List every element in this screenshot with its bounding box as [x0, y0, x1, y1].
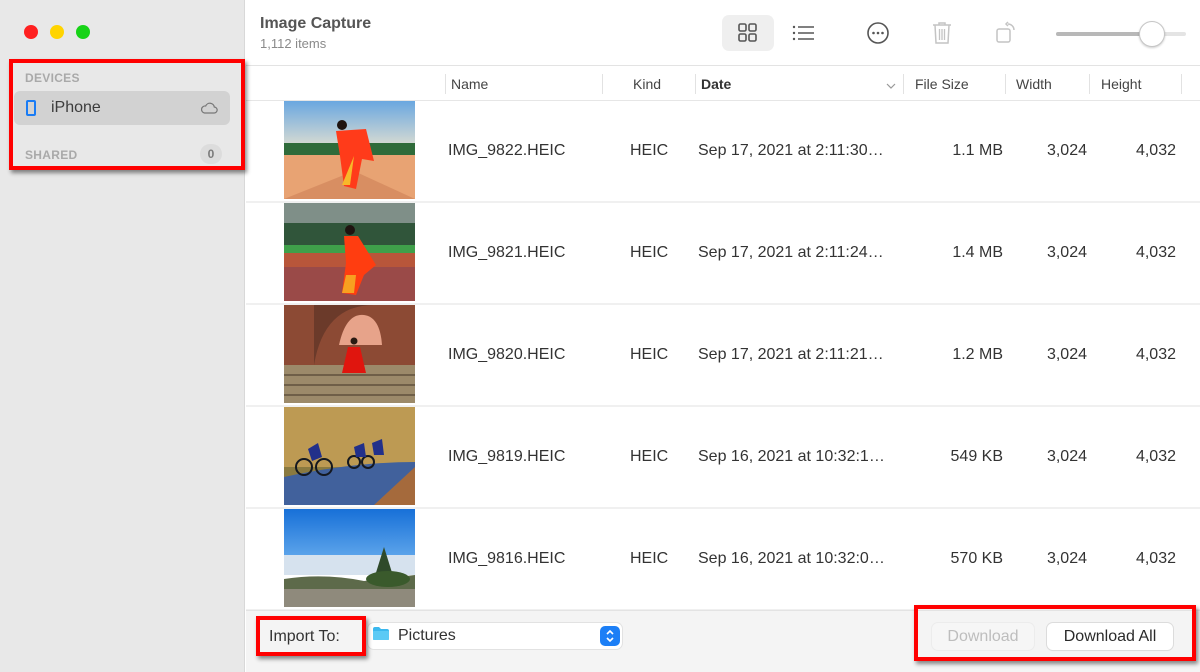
cloud-icon: [200, 101, 218, 119]
image-width: 3,024: [1046, 550, 1087, 567]
column-header-height[interactable]: Height: [1101, 76, 1141, 92]
column-header-date[interactable]: Date: [701, 76, 731, 92]
image-width: 3,024: [1046, 448, 1087, 465]
slider-thumb[interactable]: [1139, 21, 1166, 47]
grid-view-icon: [738, 23, 757, 42]
close-window-button[interactable]: [24, 25, 38, 39]
file-kind: HEIC: [630, 244, 669, 261]
image-height: 4,032: [1135, 448, 1176, 465]
list-view-icon: [792, 25, 814, 41]
iphone-icon: [26, 100, 36, 116]
file-date: Sep 17, 2021 at 2:11:21…: [698, 346, 884, 363]
file-kind: HEIC: [630, 448, 669, 465]
window-controls: [24, 25, 90, 39]
column-header-width[interactable]: Width: [1016, 76, 1052, 92]
file-name: IMG_9816.HEIC: [448, 550, 566, 567]
minimize-window-button[interactable]: [50, 25, 64, 39]
column-separator[interactable]: [1181, 74, 1182, 94]
file-name: IMG_9819.HEIC: [448, 448, 566, 465]
image-height: 4,032: [1135, 244, 1176, 261]
folder-icon: [372, 626, 390, 646]
import-to-label: Import To:: [269, 628, 340, 645]
photo-list: IMG_9822.HEIC HEIC Sep 17, 2021 at 2:11:…: [246, 101, 1200, 611]
column-separator[interactable]: [1005, 74, 1006, 94]
grid-view-button[interactable]: [722, 15, 774, 51]
table-row[interactable]: IMG_9822.HEIC HEIC Sep 17, 2021 at 2:11:…: [246, 101, 1200, 203]
file-size: 549 KB: [950, 448, 1003, 465]
photo-thumbnail[interactable]: [284, 305, 415, 403]
photo-thumbnail[interactable]: [284, 203, 415, 301]
list-view-button[interactable]: [778, 15, 830, 51]
photo-thumbnail[interactable]: [284, 101, 415, 199]
file-date: Sep 16, 2021 at 10:32:1…: [698, 448, 885, 465]
file-date: Sep 16, 2021 at 10:32:0…: [698, 550, 885, 567]
zoom-window-button[interactable]: [76, 25, 90, 39]
device-name: iPhone: [51, 99, 101, 116]
item-count: 1,112 items: [260, 36, 327, 51]
thumbnail-size-slider[interactable]: [1056, 21, 1186, 47]
file-size: 1.1 MB: [952, 142, 1003, 159]
slider-fill: [1056, 32, 1153, 36]
file-date: Sep 17, 2021 at 2:11:24…: [698, 244, 884, 261]
file-size: 1.2 MB: [952, 346, 1003, 363]
file-name: IMG_9821.HEIC: [448, 244, 566, 261]
image-width: 3,024: [1046, 142, 1087, 159]
download-button[interactable]: Download: [932, 623, 1034, 650]
table-header: Name Kind Date File Size Width Height: [246, 67, 1200, 101]
column-header-name[interactable]: Name: [451, 76, 488, 92]
delete-button[interactable]: [916, 15, 968, 51]
image-width: 3,024: [1046, 346, 1087, 363]
image-width: 3,024: [1046, 244, 1087, 261]
file-kind: HEIC: [630, 142, 669, 159]
rotate-button[interactable]: [980, 15, 1032, 51]
shared-count-badge: 0: [200, 144, 222, 164]
column-header-file-size[interactable]: File Size: [915, 76, 969, 92]
toolbar: Image Capture 1,112 items: [246, 0, 1200, 66]
sidebar-item-iphone[interactable]: iPhone: [14, 91, 230, 125]
table-row[interactable]: IMG_9820.HEIC HEIC Sep 17, 2021 at 2:11:…: [246, 305, 1200, 407]
image-height: 4,032: [1135, 346, 1176, 363]
import-destination-value: Pictures: [398, 627, 456, 644]
rotate-icon: [996, 21, 1015, 43]
column-separator[interactable]: [445, 74, 446, 94]
table-row[interactable]: IMG_9821.HEIC HEIC Sep 17, 2021 at 2:11:…: [246, 203, 1200, 305]
import-destination-select[interactable]: Pictures: [368, 623, 622, 649]
shared-section-label: SHARED: [25, 148, 78, 162]
column-header-kind[interactable]: Kind: [633, 76, 661, 92]
column-separator[interactable]: [903, 74, 904, 94]
more-options-button[interactable]: [852, 15, 904, 51]
file-name: IMG_9820.HEIC: [448, 346, 566, 363]
file-size: 1.4 MB: [952, 244, 1003, 261]
photo-thumbnail[interactable]: [284, 407, 415, 505]
download-all-button[interactable]: Download All: [1047, 623, 1173, 650]
bottom-bar: Import To: Pictures Download Download Al…: [246, 610, 1200, 672]
file-kind: HEIC: [630, 550, 669, 567]
trash-icon: [933, 22, 951, 44]
image-height: 4,032: [1135, 550, 1176, 567]
column-separator[interactable]: [695, 74, 696, 94]
image-height: 4,032: [1135, 142, 1176, 159]
select-stepper-icon[interactable]: [600, 626, 620, 646]
sidebar: DEVICES iPhone SHARED 0: [0, 0, 245, 672]
ellipsis-circle-icon: [867, 22, 889, 44]
table-row[interactable]: IMG_9819.HEIC HEIC Sep 16, 2021 at 10:32…: [246, 407, 1200, 509]
column-separator[interactable]: [1089, 74, 1090, 94]
column-separator[interactable]: [602, 74, 603, 94]
photo-thumbnail[interactable]: [284, 509, 415, 607]
file-name: IMG_9822.HEIC: [448, 142, 566, 159]
file-date: Sep 17, 2021 at 2:11:30…: [698, 142, 884, 159]
file-kind: HEIC: [630, 346, 669, 363]
devices-section-label: DEVICES: [25, 71, 80, 85]
file-size: 570 KB: [950, 550, 1003, 567]
sort-descending-icon[interactable]: [886, 77, 896, 93]
table-row[interactable]: IMG_9816.HEIC HEIC Sep 16, 2021 at 10:32…: [246, 509, 1200, 611]
window-title: Image Capture: [260, 15, 372, 32]
